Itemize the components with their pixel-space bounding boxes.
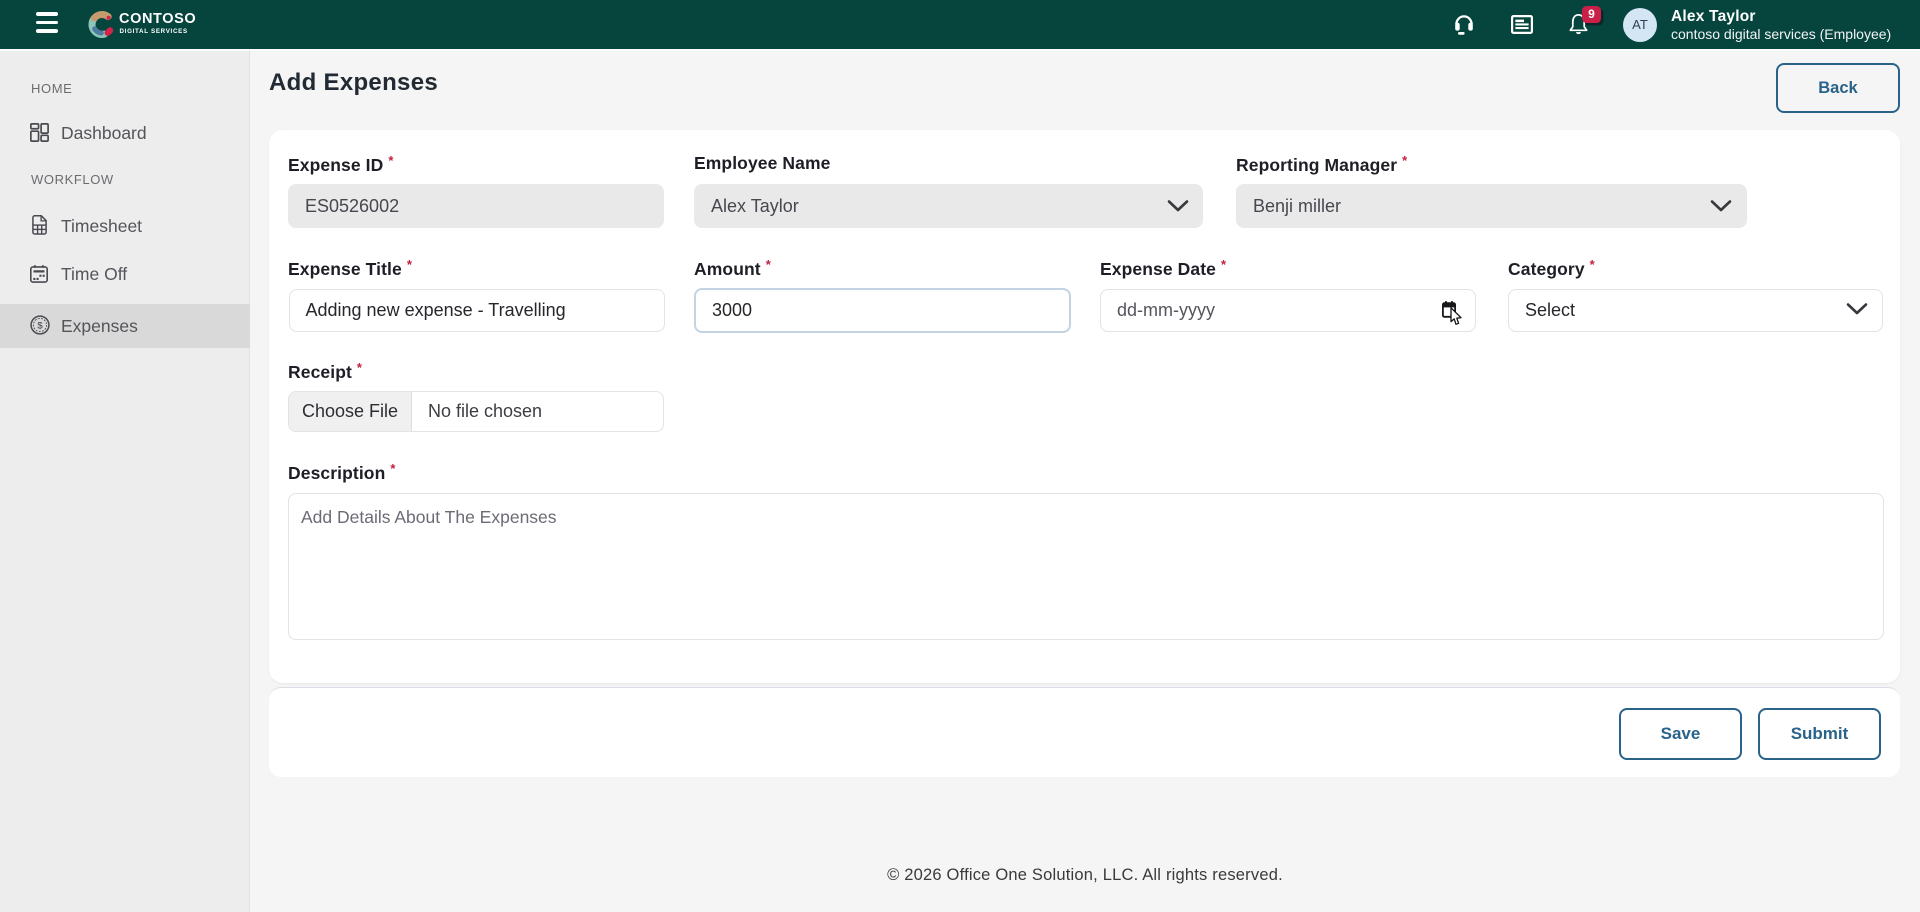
svg-text:$: $ bbox=[37, 320, 43, 331]
